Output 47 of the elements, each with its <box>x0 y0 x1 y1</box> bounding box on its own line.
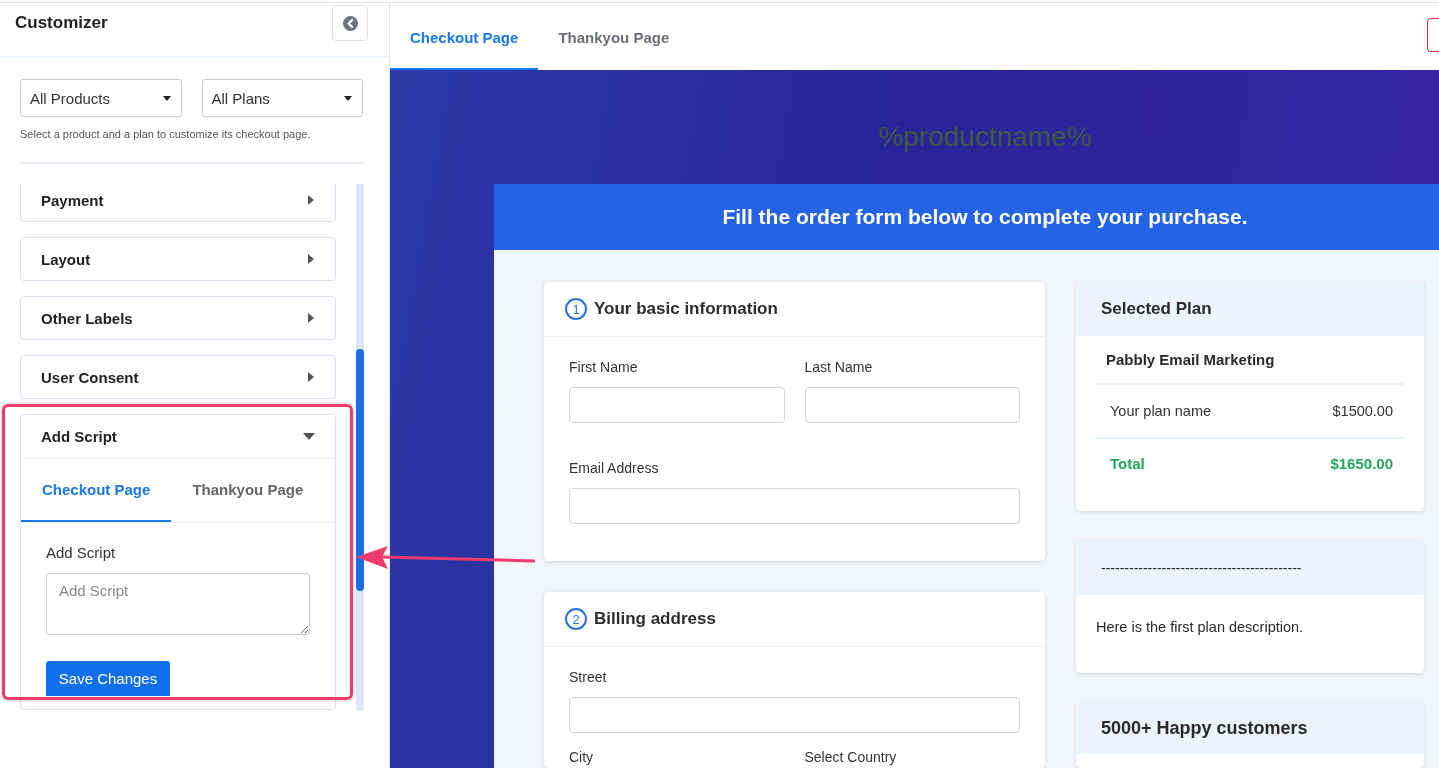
card-title: ------------------------------------------- <box>1101 560 1302 576</box>
outline-button[interactable] <box>1427 18 1439 52</box>
description-text: Here is the first plan description. <box>1096 619 1304 635</box>
tab[interactable]: Thankyou Page <box>171 459 325 522</box>
caret-down-icon <box>162 95 171 101</box>
input-field[interactable] <box>569 488 1020 524</box>
step-number: 1 <box>565 298 587 320</box>
accordion-item[interactable]: Other Labels <box>20 296 336 340</box>
input-field[interactable] <box>569 387 785 423</box>
step-number: 2 <box>565 608 587 630</box>
accordion-item[interactable]: Payment <box>20 184 336 222</box>
field-label: City <box>569 749 595 766</box>
script-textarea[interactable]: Add Script <box>46 573 310 635</box>
input-field[interactable] <box>804 387 1020 423</box>
total-amount: $1650.00 <box>1330 454 1393 472</box>
collapse-button[interactable] <box>332 5 368 41</box>
product-name: Pabbly Email Marketing <box>1106 351 1275 368</box>
caret-down-icon <box>344 95 352 101</box>
scrollbar-thumb[interactable] <box>356 349 364 591</box>
card-title: Selected Plan <box>1101 299 1212 319</box>
plan-price: $1500.00 <box>1332 403 1393 419</box>
card-title: 5000+ Happy customers <box>1101 718 1308 739</box>
dropdown-select[interactable]: All Plans <box>201 79 363 117</box>
tab[interactable]: Thankyou Page <box>538 3 690 70</box>
save-button[interactable]: Save Changes <box>46 661 170 696</box>
hint-text: Select a product and a plan to customize its checkout page. <box>20 127 312 141</box>
section-title: Your basic information <box>594 299 778 319</box>
accordion-header[interactable]: Add Script <box>21 415 335 459</box>
field-label: First Name <box>569 359 639 376</box>
scrollbar-track[interactable] <box>356 184 364 710</box>
field-label: Email Address <box>569 460 660 477</box>
chevron-left-circle-icon <box>342 15 358 31</box>
product-name-heading: %productname% <box>878 121 1092 152</box>
banner-heading: Fill the order form below to complete your purchase. <box>494 184 1439 250</box>
section-title: Billing address <box>594 609 716 629</box>
field-label: Add Script <box>46 544 116 562</box>
panel-title: Customizer <box>15 13 108 33</box>
plan-name: Your plan name <box>1110 403 1212 419</box>
accordion-item[interactable]: User Consent <box>20 355 336 399</box>
accordion-item[interactable]: Layout <box>20 237 336 281</box>
dropdown-select[interactable]: All Products <box>20 79 182 117</box>
field-label: Street <box>569 669 608 686</box>
tab[interactable]: Checkout Page <box>21 459 172 522</box>
field-label: Select Country <box>804 749 898 766</box>
field-label: Last Name <box>804 359 874 376</box>
input-field[interactable] <box>569 697 1020 733</box>
total-label: Total <box>1110 454 1145 472</box>
